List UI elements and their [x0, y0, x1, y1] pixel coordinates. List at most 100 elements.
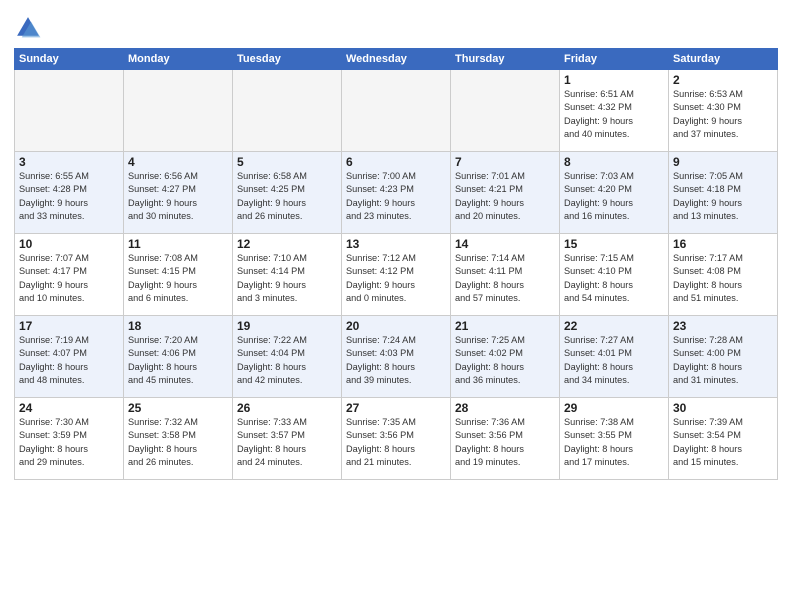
- day-number: 4: [128, 155, 228, 169]
- day-number: 1: [564, 73, 664, 87]
- day-info: Sunrise: 7:03 AM Sunset: 4:20 PM Dayligh…: [564, 170, 664, 223]
- week-row-5: 24Sunrise: 7:30 AM Sunset: 3:59 PM Dayli…: [15, 398, 778, 480]
- day-number: 11: [128, 237, 228, 251]
- day-cell: 3Sunrise: 6:55 AM Sunset: 4:28 PM Daylig…: [15, 152, 124, 234]
- day-cell: 27Sunrise: 7:35 AM Sunset: 3:56 PM Dayli…: [342, 398, 451, 480]
- day-number: 18: [128, 319, 228, 333]
- logo-icon: [14, 14, 42, 42]
- day-cell: [451, 70, 560, 152]
- day-cell: 15Sunrise: 7:15 AM Sunset: 4:10 PM Dayli…: [560, 234, 669, 316]
- weekday-monday: Monday: [124, 49, 233, 70]
- day-cell: 6Sunrise: 7:00 AM Sunset: 4:23 PM Daylig…: [342, 152, 451, 234]
- weekday-saturday: Saturday: [669, 49, 778, 70]
- day-info: Sunrise: 7:35 AM Sunset: 3:56 PM Dayligh…: [346, 416, 446, 469]
- day-number: 30: [673, 401, 773, 415]
- day-cell: [124, 70, 233, 152]
- day-cell: 7Sunrise: 7:01 AM Sunset: 4:21 PM Daylig…: [451, 152, 560, 234]
- logo: [14, 14, 46, 42]
- day-number: 25: [128, 401, 228, 415]
- day-cell: [233, 70, 342, 152]
- day-cell: 11Sunrise: 7:08 AM Sunset: 4:15 PM Dayli…: [124, 234, 233, 316]
- day-info: Sunrise: 7:15 AM Sunset: 4:10 PM Dayligh…: [564, 252, 664, 305]
- week-row-2: 3Sunrise: 6:55 AM Sunset: 4:28 PM Daylig…: [15, 152, 778, 234]
- day-number: 20: [346, 319, 446, 333]
- day-cell: 22Sunrise: 7:27 AM Sunset: 4:01 PM Dayli…: [560, 316, 669, 398]
- day-info: Sunrise: 7:25 AM Sunset: 4:02 PM Dayligh…: [455, 334, 555, 387]
- day-cell: 1Sunrise: 6:51 AM Sunset: 4:32 PM Daylig…: [560, 70, 669, 152]
- day-number: 24: [19, 401, 119, 415]
- day-cell: 19Sunrise: 7:22 AM Sunset: 4:04 PM Dayli…: [233, 316, 342, 398]
- day-number: 7: [455, 155, 555, 169]
- day-info: Sunrise: 7:19 AM Sunset: 4:07 PM Dayligh…: [19, 334, 119, 387]
- day-number: 2: [673, 73, 773, 87]
- day-number: 6: [346, 155, 446, 169]
- weekday-thursday: Thursday: [451, 49, 560, 70]
- day-cell: 21Sunrise: 7:25 AM Sunset: 4:02 PM Dayli…: [451, 316, 560, 398]
- day-cell: 25Sunrise: 7:32 AM Sunset: 3:58 PM Dayli…: [124, 398, 233, 480]
- day-info: Sunrise: 7:12 AM Sunset: 4:12 PM Dayligh…: [346, 252, 446, 305]
- day-info: Sunrise: 7:17 AM Sunset: 4:08 PM Dayligh…: [673, 252, 773, 305]
- day-info: Sunrise: 7:20 AM Sunset: 4:06 PM Dayligh…: [128, 334, 228, 387]
- day-info: Sunrise: 7:24 AM Sunset: 4:03 PM Dayligh…: [346, 334, 446, 387]
- day-cell: [342, 70, 451, 152]
- day-number: 16: [673, 237, 773, 251]
- day-cell: 29Sunrise: 7:38 AM Sunset: 3:55 PM Dayli…: [560, 398, 669, 480]
- day-number: 3: [19, 155, 119, 169]
- weekday-header-row: SundayMondayTuesdayWednesdayThursdayFrid…: [15, 49, 778, 70]
- day-cell: 26Sunrise: 7:33 AM Sunset: 3:57 PM Dayli…: [233, 398, 342, 480]
- day-info: Sunrise: 7:38 AM Sunset: 3:55 PM Dayligh…: [564, 416, 664, 469]
- day-number: 21: [455, 319, 555, 333]
- weekday-tuesday: Tuesday: [233, 49, 342, 70]
- day-number: 27: [346, 401, 446, 415]
- day-cell: 16Sunrise: 7:17 AM Sunset: 4:08 PM Dayli…: [669, 234, 778, 316]
- day-number: 15: [564, 237, 664, 251]
- day-number: 26: [237, 401, 337, 415]
- day-cell: 4Sunrise: 6:56 AM Sunset: 4:27 PM Daylig…: [124, 152, 233, 234]
- day-cell: [15, 70, 124, 152]
- day-info: Sunrise: 7:07 AM Sunset: 4:17 PM Dayligh…: [19, 252, 119, 305]
- day-number: 23: [673, 319, 773, 333]
- day-info: Sunrise: 7:28 AM Sunset: 4:00 PM Dayligh…: [673, 334, 773, 387]
- day-info: Sunrise: 7:05 AM Sunset: 4:18 PM Dayligh…: [673, 170, 773, 223]
- day-info: Sunrise: 6:56 AM Sunset: 4:27 PM Dayligh…: [128, 170, 228, 223]
- day-info: Sunrise: 7:22 AM Sunset: 4:04 PM Dayligh…: [237, 334, 337, 387]
- day-info: Sunrise: 7:32 AM Sunset: 3:58 PM Dayligh…: [128, 416, 228, 469]
- week-row-3: 10Sunrise: 7:07 AM Sunset: 4:17 PM Dayli…: [15, 234, 778, 316]
- day-cell: 13Sunrise: 7:12 AM Sunset: 4:12 PM Dayli…: [342, 234, 451, 316]
- day-info: Sunrise: 7:01 AM Sunset: 4:21 PM Dayligh…: [455, 170, 555, 223]
- day-cell: 10Sunrise: 7:07 AM Sunset: 4:17 PM Dayli…: [15, 234, 124, 316]
- calendar: SundayMondayTuesdayWednesdayThursdayFrid…: [14, 48, 778, 480]
- day-info: Sunrise: 7:10 AM Sunset: 4:14 PM Dayligh…: [237, 252, 337, 305]
- day-cell: 2Sunrise: 6:53 AM Sunset: 4:30 PM Daylig…: [669, 70, 778, 152]
- weekday-wednesday: Wednesday: [342, 49, 451, 70]
- day-number: 10: [19, 237, 119, 251]
- day-number: 13: [346, 237, 446, 251]
- day-info: Sunrise: 6:55 AM Sunset: 4:28 PM Dayligh…: [19, 170, 119, 223]
- day-cell: 12Sunrise: 7:10 AM Sunset: 4:14 PM Dayli…: [233, 234, 342, 316]
- week-row-1: 1Sunrise: 6:51 AM Sunset: 4:32 PM Daylig…: [15, 70, 778, 152]
- weekday-sunday: Sunday: [15, 49, 124, 70]
- day-info: Sunrise: 7:14 AM Sunset: 4:11 PM Dayligh…: [455, 252, 555, 305]
- day-cell: 14Sunrise: 7:14 AM Sunset: 4:11 PM Dayli…: [451, 234, 560, 316]
- day-cell: 17Sunrise: 7:19 AM Sunset: 4:07 PM Dayli…: [15, 316, 124, 398]
- day-info: Sunrise: 7:39 AM Sunset: 3:54 PM Dayligh…: [673, 416, 773, 469]
- day-info: Sunrise: 6:53 AM Sunset: 4:30 PM Dayligh…: [673, 88, 773, 141]
- day-number: 17: [19, 319, 119, 333]
- day-cell: 8Sunrise: 7:03 AM Sunset: 4:20 PM Daylig…: [560, 152, 669, 234]
- day-number: 19: [237, 319, 337, 333]
- day-info: Sunrise: 7:00 AM Sunset: 4:23 PM Dayligh…: [346, 170, 446, 223]
- day-cell: 23Sunrise: 7:28 AM Sunset: 4:00 PM Dayli…: [669, 316, 778, 398]
- day-info: Sunrise: 7:36 AM Sunset: 3:56 PM Dayligh…: [455, 416, 555, 469]
- day-cell: 30Sunrise: 7:39 AM Sunset: 3:54 PM Dayli…: [669, 398, 778, 480]
- day-number: 22: [564, 319, 664, 333]
- day-info: Sunrise: 6:51 AM Sunset: 4:32 PM Dayligh…: [564, 88, 664, 141]
- week-row-4: 17Sunrise: 7:19 AM Sunset: 4:07 PM Dayli…: [15, 316, 778, 398]
- day-info: Sunrise: 7:08 AM Sunset: 4:15 PM Dayligh…: [128, 252, 228, 305]
- day-cell: 5Sunrise: 6:58 AM Sunset: 4:25 PM Daylig…: [233, 152, 342, 234]
- day-info: Sunrise: 7:30 AM Sunset: 3:59 PM Dayligh…: [19, 416, 119, 469]
- day-number: 8: [564, 155, 664, 169]
- day-info: Sunrise: 7:27 AM Sunset: 4:01 PM Dayligh…: [564, 334, 664, 387]
- page-header: [14, 10, 778, 42]
- day-cell: 18Sunrise: 7:20 AM Sunset: 4:06 PM Dayli…: [124, 316, 233, 398]
- day-cell: 9Sunrise: 7:05 AM Sunset: 4:18 PM Daylig…: [669, 152, 778, 234]
